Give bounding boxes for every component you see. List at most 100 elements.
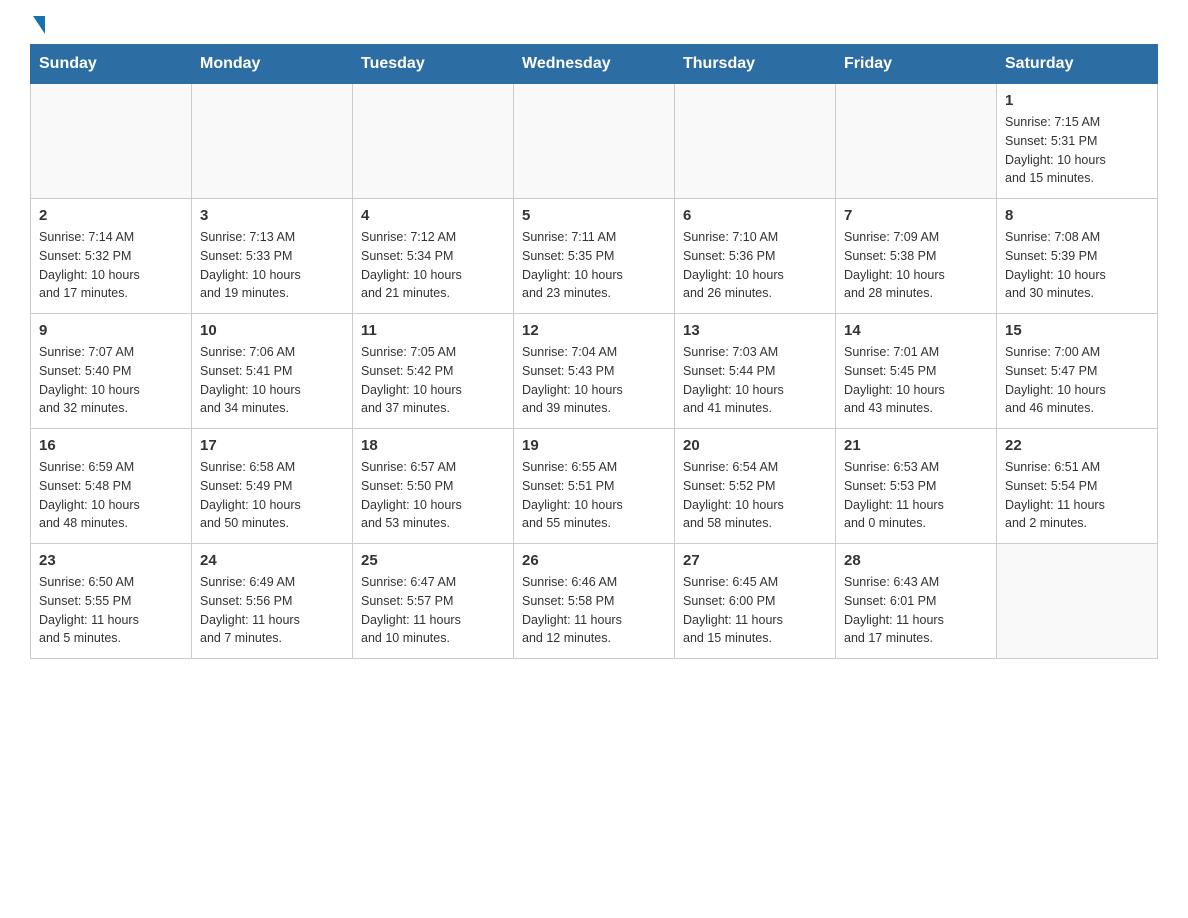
- day-number: 28: [844, 552, 988, 569]
- day-cell: [514, 84, 675, 199]
- header-cell-wednesday: Wednesday: [514, 45, 675, 84]
- day-cell: 6 Sunrise: 7:10 AM Sunset: 5:36 PM Daylig…: [675, 199, 836, 314]
- day-cell: 16Sunrise: 6:59 AM Sunset: 5:48 PM Dayli…: [31, 429, 192, 544]
- day-info: Sunrise: 7:03 AM Sunset: 5:44 PM Dayligh…: [683, 343, 827, 418]
- day-cell: 2 Sunrise: 7:14 AM Sunset: 5:32 PM Daylig…: [31, 199, 192, 314]
- day-number: 15: [1005, 322, 1149, 339]
- week-row-5: 23 Sunrise: 6:50 AM Sunset: 5:55 PM Dayli…: [31, 544, 1158, 659]
- day-cell: 21 Sunrise: 6:53 AM Sunset: 5:53 PM Dayli…: [836, 429, 997, 544]
- day-number: 7: [844, 207, 988, 224]
- day-info: Sunrise: 6:55 AM Sunset: 5:51 PM Dayligh…: [522, 458, 666, 533]
- day-info: Sunrise: 6:53 AM Sunset: 5:53 PM Dayligh…: [844, 458, 988, 533]
- day-info: Sunrise: 6:57 AM Sunset: 5:50 PM Dayligh…: [361, 458, 505, 533]
- week-row-2: 2 Sunrise: 7:14 AM Sunset: 5:32 PM Daylig…: [31, 199, 1158, 314]
- day-info: Sunrise: 7:09 AM Sunset: 5:38 PM Dayligh…: [844, 228, 988, 303]
- day-cell: 9 Sunrise: 7:07 AM Sunset: 5:40 PM Daylig…: [31, 314, 192, 429]
- day-cell: 20 Sunrise: 6:54 AM Sunset: 5:52 PM Dayli…: [675, 429, 836, 544]
- day-cell: 27 Sunrise: 6:45 AM Sunset: 6:00 PM Dayli…: [675, 544, 836, 659]
- day-number: 21: [844, 437, 988, 454]
- header-cell-friday: Friday: [836, 45, 997, 84]
- day-info: Sunrise: 6:46 AM Sunset: 5:58 PM Dayligh…: [522, 573, 666, 648]
- day-cell: 8 Sunrise: 7:08 AM Sunset: 5:39 PM Daylig…: [997, 199, 1158, 314]
- day-number: 11: [361, 322, 505, 339]
- day-info: Sunrise: 7:01 AM Sunset: 5:45 PM Dayligh…: [844, 343, 988, 418]
- day-cell: 24 Sunrise: 6:49 AM Sunset: 5:56 PM Dayli…: [192, 544, 353, 659]
- week-row-1: 1 Sunrise: 7:15 AM Sunset: 5:31 PM Daylig…: [31, 84, 1158, 199]
- day-number: 25: [361, 552, 505, 569]
- day-info: Sunrise: 7:05 AM Sunset: 5:42 PM Dayligh…: [361, 343, 505, 418]
- day-info: Sunrise: 7:14 AM Sunset: 5:32 PM Dayligh…: [39, 228, 183, 303]
- day-number: 13: [683, 322, 827, 339]
- header-cell-thursday: Thursday: [675, 45, 836, 84]
- day-cell: [353, 84, 514, 199]
- day-info: Sunrise: 7:13 AM Sunset: 5:33 PM Dayligh…: [200, 228, 344, 303]
- header-cell-tuesday: Tuesday: [353, 45, 514, 84]
- logo-triangle-icon: [33, 16, 45, 34]
- header-cell-sunday: Sunday: [31, 45, 192, 84]
- day-cell: 5Sunrise: 7:11 AM Sunset: 5:35 PM Daylig…: [514, 199, 675, 314]
- day-number: 10: [200, 322, 344, 339]
- day-cell: 14 Sunrise: 7:01 AM Sunset: 5:45 PM Dayli…: [836, 314, 997, 429]
- day-cell: 19 Sunrise: 6:55 AM Sunset: 5:51 PM Dayli…: [514, 429, 675, 544]
- day-number: 19: [522, 437, 666, 454]
- week-row-4: 16Sunrise: 6:59 AM Sunset: 5:48 PM Dayli…: [31, 429, 1158, 544]
- day-cell: 22 Sunrise: 6:51 AM Sunset: 5:54 PM Dayli…: [997, 429, 1158, 544]
- day-number: 24: [200, 552, 344, 569]
- day-number: 14: [844, 322, 988, 339]
- day-info: Sunrise: 7:15 AM Sunset: 5:31 PM Dayligh…: [1005, 113, 1149, 188]
- page-header: [30, 20, 1158, 34]
- day-cell: 1 Sunrise: 7:15 AM Sunset: 5:31 PM Daylig…: [997, 84, 1158, 199]
- day-info: Sunrise: 6:43 AM Sunset: 6:01 PM Dayligh…: [844, 573, 988, 648]
- day-cell: 13 Sunrise: 7:03 AM Sunset: 5:44 PM Dayli…: [675, 314, 836, 429]
- day-number: 6: [683, 207, 827, 224]
- day-number: 3: [200, 207, 344, 224]
- day-info: Sunrise: 6:58 AM Sunset: 5:49 PM Dayligh…: [200, 458, 344, 533]
- header-cell-saturday: Saturday: [997, 45, 1158, 84]
- day-cell: [836, 84, 997, 199]
- day-info: Sunrise: 6:49 AM Sunset: 5:56 PM Dayligh…: [200, 573, 344, 648]
- day-number: 1: [1005, 92, 1149, 109]
- day-number: 20: [683, 437, 827, 454]
- day-cell: 15 Sunrise: 7:00 AM Sunset: 5:47 PM Dayli…: [997, 314, 1158, 429]
- day-info: Sunrise: 7:08 AM Sunset: 5:39 PM Dayligh…: [1005, 228, 1149, 303]
- day-number: 23: [39, 552, 183, 569]
- day-number: 12: [522, 322, 666, 339]
- calendar-header: SundayMondayTuesdayWednesdayThursdayFrid…: [31, 45, 1158, 84]
- day-info: Sunrise: 7:10 AM Sunset: 5:36 PM Dayligh…: [683, 228, 827, 303]
- header-cell-monday: Monday: [192, 45, 353, 84]
- day-info: Sunrise: 7:00 AM Sunset: 5:47 PM Dayligh…: [1005, 343, 1149, 418]
- day-cell: 7 Sunrise: 7:09 AM Sunset: 5:38 PM Daylig…: [836, 199, 997, 314]
- day-cell: [192, 84, 353, 199]
- day-number: 2: [39, 207, 183, 224]
- day-number: 22: [1005, 437, 1149, 454]
- day-info: Sunrise: 7:07 AM Sunset: 5:40 PM Dayligh…: [39, 343, 183, 418]
- day-number: 27: [683, 552, 827, 569]
- day-cell: 28 Sunrise: 6:43 AM Sunset: 6:01 PM Dayli…: [836, 544, 997, 659]
- day-cell: 4 Sunrise: 7:12 AM Sunset: 5:34 PM Daylig…: [353, 199, 514, 314]
- day-cell: 17 Sunrise: 6:58 AM Sunset: 5:49 PM Dayli…: [192, 429, 353, 544]
- day-info: Sunrise: 6:54 AM Sunset: 5:52 PM Dayligh…: [683, 458, 827, 533]
- day-number: 4: [361, 207, 505, 224]
- day-number: 9: [39, 322, 183, 339]
- day-cell: 23 Sunrise: 6:50 AM Sunset: 5:55 PM Dayli…: [31, 544, 192, 659]
- day-cell: 25Sunrise: 6:47 AM Sunset: 5:57 PM Dayli…: [353, 544, 514, 659]
- day-info: Sunrise: 6:59 AM Sunset: 5:48 PM Dayligh…: [39, 458, 183, 533]
- day-cell: 12Sunrise: 7:04 AM Sunset: 5:43 PM Dayli…: [514, 314, 675, 429]
- day-cell: [31, 84, 192, 199]
- logo: [30, 20, 45, 34]
- day-info: Sunrise: 6:51 AM Sunset: 5:54 PM Dayligh…: [1005, 458, 1149, 533]
- day-cell: 11 Sunrise: 7:05 AM Sunset: 5:42 PM Dayli…: [353, 314, 514, 429]
- day-info: Sunrise: 6:50 AM Sunset: 5:55 PM Dayligh…: [39, 573, 183, 648]
- day-cell: 26Sunrise: 6:46 AM Sunset: 5:58 PM Dayli…: [514, 544, 675, 659]
- day-info: Sunrise: 7:12 AM Sunset: 5:34 PM Dayligh…: [361, 228, 505, 303]
- calendar-body: 1 Sunrise: 7:15 AM Sunset: 5:31 PM Daylig…: [31, 84, 1158, 659]
- header-row: SundayMondayTuesdayWednesdayThursdayFrid…: [31, 45, 1158, 84]
- day-info: Sunrise: 7:06 AM Sunset: 5:41 PM Dayligh…: [200, 343, 344, 418]
- day-info: Sunrise: 7:11 AM Sunset: 5:35 PM Dayligh…: [522, 228, 666, 303]
- day-cell: [997, 544, 1158, 659]
- day-cell: 10 Sunrise: 7:06 AM Sunset: 5:41 PM Dayli…: [192, 314, 353, 429]
- day-info: Sunrise: 6:45 AM Sunset: 6:00 PM Dayligh…: [683, 573, 827, 648]
- day-number: 8: [1005, 207, 1149, 224]
- day-cell: 3 Sunrise: 7:13 AM Sunset: 5:33 PM Daylig…: [192, 199, 353, 314]
- day-number: 17: [200, 437, 344, 454]
